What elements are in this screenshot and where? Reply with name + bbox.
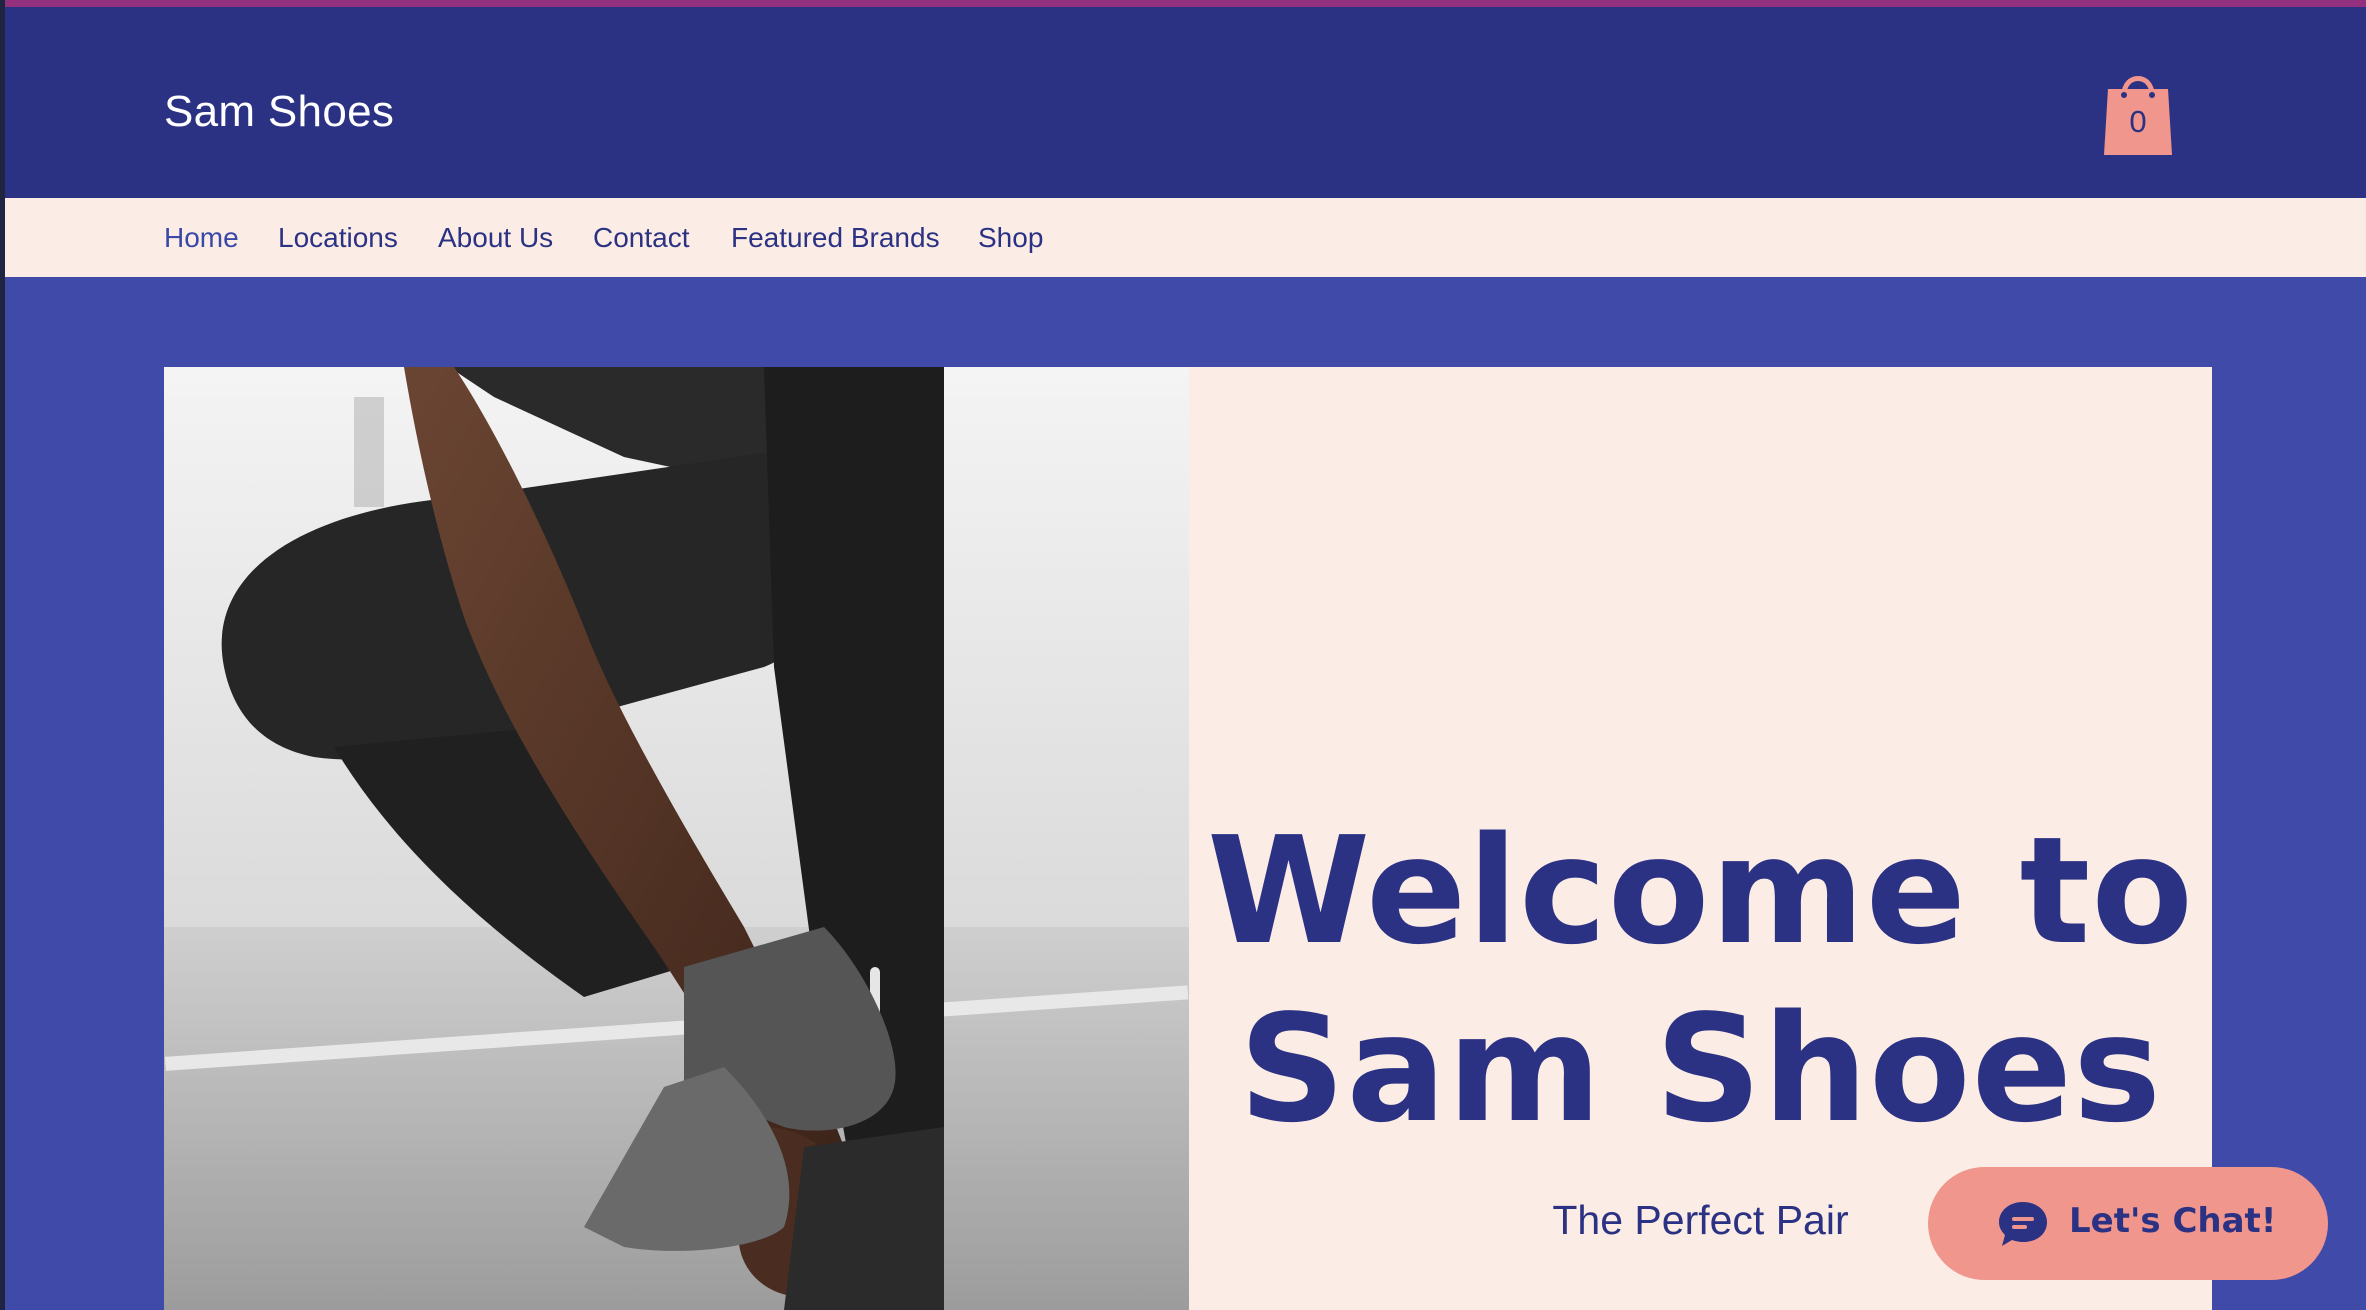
nav-item-home[interactable]: Home	[164, 222, 239, 254]
chat-button-label: Let's Chat!	[2069, 1201, 2277, 1241]
site-logo-text[interactable]: Sam Shoes	[164, 87, 394, 137]
runner-tying-shoe-illustration	[164, 367, 1189, 1310]
site-header: Sam Shoes 0	[5, 7, 2366, 198]
hero-title-line-2: Sam Shoes	[1238, 983, 2163, 1155]
nav-item-featured-brands[interactable]: Featured Brands	[731, 222, 940, 254]
cart-count: 0	[2129, 104, 2147, 139]
hero-title: Welcome to Sam Shoes	[1189, 802, 2212, 1158]
hero-title-line-1: Welcome to	[1206, 805, 2195, 977]
chat-bubble-icon	[1999, 1202, 2047, 1246]
cart-button[interactable]: 0	[2102, 67, 2174, 155]
nav-item-about-us[interactable]: About Us	[438, 222, 553, 254]
nav-item-contact[interactable]: Contact	[593, 222, 690, 254]
chat-button[interactable]: Let's Chat!	[1928, 1167, 2328, 1280]
nav-item-locations[interactable]: Locations	[278, 222, 398, 254]
hero-photo	[164, 367, 1189, 1310]
hero-section: Welcome to Sam Shoes The Perfect Pair	[164, 367, 2212, 1310]
main-nav: Home Locations About Us Contact Featured…	[5, 198, 2366, 277]
nav-item-shop[interactable]: Shop	[978, 222, 1043, 254]
page: Sam Shoes 0 Home Locations About Us Cont…	[0, 0, 2366, 1310]
top-accent-bar	[0, 0, 2366, 7]
